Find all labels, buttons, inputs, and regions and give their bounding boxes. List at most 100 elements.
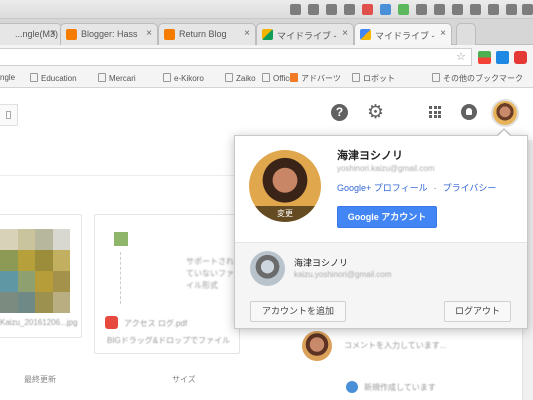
bookmarks-bar: ngle Education Mercari e-Kikoro Zaiko Of…	[0, 69, 533, 88]
folder-icon	[98, 73, 106, 82]
tab-label: マイドライブ -	[375, 31, 435, 41]
avatar	[302, 331, 332, 361]
close-icon[interactable]: ×	[342, 28, 348, 39]
gear-icon[interactable]: ⚙	[366, 103, 385, 122]
column-label: サイズ	[172, 375, 196, 384]
browser-tab[interactable]: マイドライブ - ×	[256, 23, 354, 45]
search-box[interactable]	[0, 104, 18, 126]
menubar-icon[interactable]	[380, 4, 391, 15]
url-field[interactable]	[0, 48, 472, 66]
folder-icon	[432, 73, 440, 82]
link-separator: -	[433, 183, 437, 193]
secondary-account-name: 海津ヨシノリ	[294, 258, 349, 268]
browser-tab[interactable]: ...ngle(M3) ×	[0, 23, 62, 45]
account-email: yoshinori.kaizu@gmail.com	[337, 164, 435, 173]
close-icon[interactable]: ×	[50, 28, 56, 39]
menubar-icon[interactable]	[290, 4, 301, 15]
browser-tab[interactable]: Blogger: Hass ×	[60, 23, 158, 45]
folder-icon	[225, 73, 233, 82]
file-label: アクセス ログ.pdf	[124, 319, 188, 328]
menubar-icon[interactable]	[308, 4, 319, 15]
bookmark-item[interactable]: Mercari	[98, 73, 136, 83]
apps-grid-icon[interactable]	[429, 106, 441, 118]
activity-text: 新規作成しています	[364, 383, 436, 392]
column-label: 最終更新	[24, 375, 56, 384]
bookmark-item[interactable]: Zaiko	[225, 73, 256, 83]
folder-icon	[30, 73, 38, 82]
bookmark-item[interactable]: アドバーツ	[290, 73, 341, 84]
divider	[0, 175, 240, 176]
file-thumbnail	[0, 229, 70, 313]
tab-label: Blogger: Hass	[81, 29, 138, 39]
close-icon[interactable]: ×	[244, 28, 250, 39]
bell-icon[interactable]	[461, 104, 477, 120]
browser-tab[interactable]: Return Blog ×	[158, 23, 256, 45]
blogger-icon	[66, 29, 77, 40]
search-icon	[6, 111, 11, 119]
menubar-icon[interactable]	[416, 4, 427, 15]
star-icon[interactable]: ☆	[456, 52, 466, 63]
drive-icon	[262, 29, 273, 40]
google-account-button[interactable]: Google アカウント	[337, 206, 437, 228]
menubar-icon[interactable]	[344, 4, 355, 15]
tab-label: Return Blog	[179, 29, 227, 39]
secondary-account-row[interactable]: 海津ヨシノリ kaizu.yoshinori@gmail.com	[235, 243, 527, 294]
new-tab-button[interactable]	[456, 23, 476, 45]
popup-footer: アカウントを追加 ログアウト	[235, 294, 527, 328]
menubar-icon[interactable]	[452, 4, 463, 15]
menubar-icon[interactable]	[470, 4, 481, 15]
google-header	[0, 88, 533, 140]
close-icon[interactable]: ×	[440, 28, 446, 39]
bookmark-item[interactable]: Office	[262, 73, 294, 83]
menubar-icon[interactable]	[326, 4, 337, 15]
bookmark-item[interactable]: その他のブックマーク	[432, 73, 523, 84]
folder-icon	[262, 73, 270, 82]
preview-message: サポートされていないファイル形式	[186, 257, 234, 290]
menubar-icon[interactable]	[506, 4, 517, 15]
drive-icon	[360, 29, 371, 40]
extension-icon[interactable]	[496, 51, 509, 64]
profile-photo[interactable]: 変更	[249, 150, 321, 222]
address-bar-row: ☆	[0, 45, 533, 69]
menubar-icon[interactable]	[434, 4, 445, 15]
extension-icon[interactable]	[478, 51, 491, 64]
blogger-icon	[164, 29, 175, 40]
file-label: BIGドラッグ&ドロップでファイル	[107, 336, 231, 345]
tab-strip: ...ngle(M3) × Blogger: Hass × Return Blo…	[0, 19, 533, 46]
account-popup: 変更 海津ヨシノリ yoshinori.kaizu@gmail.com Goog…	[234, 135, 528, 329]
comment-text: コメントを入力しています...	[344, 341, 447, 350]
bookmark-item[interactable]: ロボット	[352, 73, 395, 84]
system-menu-bar	[0, 0, 533, 19]
extension-icon[interactable]	[514, 51, 527, 64]
menubar-icon[interactable]	[398, 4, 409, 15]
activity-icon	[346, 381, 358, 393]
folder-icon	[163, 73, 171, 82]
bookmark-item[interactable]: e-Kikoro	[163, 73, 204, 83]
change-photo-label[interactable]: 変更	[249, 206, 321, 222]
menubar-icon[interactable]	[488, 4, 499, 15]
close-icon[interactable]: ×	[146, 28, 152, 39]
bookmark-item[interactable]: ngle	[0, 73, 15, 82]
add-account-button[interactable]: アカウントを追加	[250, 301, 346, 322]
profile-link[interactable]: Google+ プロフィール	[337, 183, 428, 193]
tab-label: マイドライブ -	[277, 31, 337, 41]
file-type-icon	[114, 232, 128, 246]
bookmark-item[interactable]: Education	[30, 73, 77, 83]
menubar-icon[interactable]	[362, 4, 373, 15]
privacy-link[interactable]: プライバシー	[443, 183, 497, 193]
blogger-icon	[290, 73, 298, 82]
pdf-icon	[105, 316, 118, 329]
browser-tab-active[interactable]: マイドライブ - ×	[354, 23, 452, 46]
divider	[120, 252, 121, 304]
account-name: 海津ヨシノリ	[337, 150, 403, 162]
account-avatar-button[interactable]	[491, 99, 519, 127]
menubar-icon[interactable]	[522, 4, 533, 15]
avatar	[250, 251, 285, 286]
logout-button[interactable]: ログアウト	[444, 301, 511, 322]
account-links: Google+ プロフィール - プライバシー	[337, 181, 496, 194]
secondary-account-email: kaizu.yoshinori@gmail.com	[294, 270, 392, 279]
file-caption: Kaizu_20161206...jpg	[0, 318, 78, 327]
folder-icon	[352, 73, 360, 82]
help-icon[interactable]: ?	[331, 104, 348, 121]
popup-caret-inner	[497, 130, 511, 137]
